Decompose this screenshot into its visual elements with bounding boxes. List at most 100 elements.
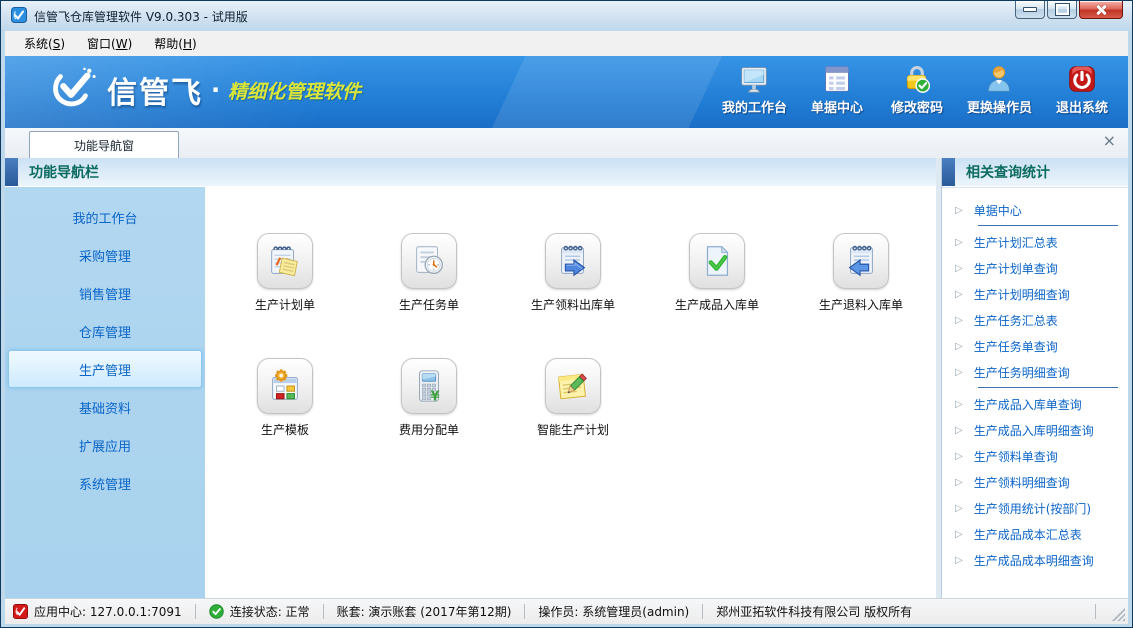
production-template-button[interactable] xyxy=(257,358,313,414)
production-plan-button[interactable] xyxy=(257,233,313,289)
sidebar-item-3[interactable]: 仓库管理 xyxy=(8,312,202,350)
menu-hotkey: H xyxy=(183,37,192,51)
toolbar-label: 更换操作员 xyxy=(967,97,1032,116)
query-item-label: 生产任务明细查询 xyxy=(974,364,1070,381)
nav-body: 我的工作台采购管理销售管理仓库管理生产管理基础资料扩展应用系统管理 生产计划单生… xyxy=(5,187,936,598)
title-bar[interactable]: 信管飞仓库管理软件 V9.0.303 - 试用版 xyxy=(1,1,1132,31)
shortcut-label: 生产领料出库单 xyxy=(531,296,615,313)
menu-window[interactable]: 窗口(W) xyxy=(76,31,143,56)
sidebar-item-2[interactable]: 销售管理 xyxy=(8,274,202,312)
query-item-13[interactable]: ▷生产成品成本明细查询 xyxy=(942,547,1128,573)
tab-label: 功能导航窗 xyxy=(74,137,134,154)
query-item-11[interactable]: ▷生产领用统计(按部门) xyxy=(942,495,1128,521)
query-item-2[interactable]: ▷生产计划单查询 xyxy=(942,255,1128,281)
sidebar-item-4[interactable]: 生产管理 xyxy=(8,350,202,388)
production-task-button[interactable] xyxy=(401,233,457,289)
query-item-10[interactable]: ▷生产领料明细查询 xyxy=(942,469,1128,495)
query-item-0[interactable]: ▷单据中心 xyxy=(942,197,1128,223)
minimize-button[interactable] xyxy=(1015,1,1045,19)
shortcut-5: 生产模板 xyxy=(213,358,357,483)
status-divider xyxy=(702,604,703,619)
query-panel-header: 相关查询统计 xyxy=(942,158,1128,187)
menu-help[interactable]: 帮助(H) xyxy=(143,31,207,56)
shortcut-grid: 生产计划单生产任务单生产领料出库单生产成品入库单生产退料入库单生产模板¥费用分配… xyxy=(205,187,936,598)
status-divider xyxy=(1095,604,1096,619)
query-item-label: 生产领料单查询 xyxy=(974,448,1058,465)
menu-label: ) xyxy=(192,37,197,51)
query-item-label: 生产任务单查询 xyxy=(974,338,1058,355)
nav-panel-title: 功能导航栏 xyxy=(29,162,99,182)
production-task-icon xyxy=(410,242,448,280)
svg-text:¥: ¥ xyxy=(430,390,440,405)
query-item-label: 生产领用统计(按部门) xyxy=(974,500,1091,517)
sidebar-item-0[interactable]: 我的工作台 xyxy=(8,198,202,236)
query-item-9[interactable]: ▷生产领料单查询 xyxy=(942,443,1128,469)
query-item-4[interactable]: ▷生产任务汇总表 xyxy=(942,307,1128,333)
nav-region: 功能导航栏 我的工作台采购管理销售管理仓库管理生产管理基础资料扩展应用系统管理 … xyxy=(5,158,936,598)
brand: 信管飞 · 精细化管理软件 xyxy=(47,65,361,115)
query-item-6[interactable]: ▷生产任务明细查询 xyxy=(942,359,1128,385)
resize-grip[interactable] xyxy=(1112,608,1125,621)
query-item-7[interactable]: ▷生产成品入库单查询 xyxy=(942,391,1128,417)
sidebar-item-6[interactable]: 扩展应用 xyxy=(8,426,202,464)
query-item-5[interactable]: ▷ 生产任务单查询 xyxy=(942,333,1128,359)
triangle-bullet-icon: ▷ xyxy=(955,315,963,326)
sidebar-item-label: 采购管理 xyxy=(79,246,131,265)
sidebar-item-7[interactable]: 系统管理 xyxy=(8,464,202,502)
change-password-icon xyxy=(902,64,932,94)
material-return-button[interactable] xyxy=(833,233,889,289)
query-item-3[interactable]: ▷生产计划明细查询 xyxy=(942,281,1128,307)
shortcut-label: 生产退料入库单 xyxy=(819,296,903,313)
triangle-bullet-icon: ▷ xyxy=(955,341,963,352)
query-item-12[interactable]: ▷生产成品成本汇总表 xyxy=(942,521,1128,547)
shortcut-label: 生产任务单 xyxy=(399,296,459,313)
menu-hotkey: W xyxy=(116,37,128,51)
brand-separator: · xyxy=(211,76,220,104)
smart-plan-button[interactable] xyxy=(545,358,601,414)
maximize-button[interactable] xyxy=(1047,1,1077,19)
change-operator-icon xyxy=(984,64,1014,94)
close-button[interactable] xyxy=(1079,1,1123,19)
change-operator-button[interactable]: 更换操作员 xyxy=(967,64,1032,116)
expense-allocation-button[interactable]: ¥ xyxy=(401,358,457,414)
query-divider xyxy=(978,225,1118,226)
query-divider xyxy=(978,387,1118,388)
close-icon xyxy=(1095,4,1107,16)
minimize-icon xyxy=(1023,7,1037,12)
doc-center-icon xyxy=(822,64,852,94)
exit-system-icon xyxy=(1067,64,1097,94)
query-item-label: 生产成品成本明细查询 xyxy=(974,552,1094,569)
status-connection: 连接状态: 正常 xyxy=(230,603,310,620)
material-out-icon xyxy=(554,242,592,280)
smart-plan-icon xyxy=(554,367,592,405)
connection-ok-icon xyxy=(209,604,224,619)
status-divider xyxy=(195,604,196,619)
sidebar-item-5[interactable]: 基础资料 xyxy=(8,388,202,426)
material-out-button[interactable] xyxy=(545,233,601,289)
query-item-label: 生产计划汇总表 xyxy=(974,234,1058,251)
sidebar-item-label: 系统管理 xyxy=(79,474,131,493)
exit-system-button[interactable]: 退出系统 xyxy=(1052,64,1112,116)
sidebar-item-1[interactable]: 采购管理 xyxy=(8,236,202,274)
sidebar-item-label: 仓库管理 xyxy=(79,322,131,341)
status-operator: 操作员: 系统管理员(admin) xyxy=(538,603,689,620)
doc-center-button[interactable]: 单据中心 xyxy=(807,64,867,116)
query-item-8[interactable]: ▷生产成品入库明细查询 xyxy=(942,417,1128,443)
brand-logo-icon xyxy=(47,65,97,115)
tab-close-icon[interactable]: × xyxy=(1103,133,1116,149)
workbench-button[interactable]: 我的工作台 xyxy=(722,64,787,116)
shortcut-6: ¥费用分配单 xyxy=(357,358,501,483)
triangle-bullet-icon: ▷ xyxy=(955,205,963,216)
window-title: 信管飞仓库管理软件 V9.0.303 - 试用版 xyxy=(34,8,248,25)
shortcut-4: 生产退料入库单 xyxy=(789,233,933,358)
change-password-button[interactable]: 修改密码 xyxy=(887,64,947,116)
menu-label: 窗口( xyxy=(87,37,116,51)
sidebar-item-label: 我的工作台 xyxy=(72,208,137,227)
tab-function-nav[interactable]: 功能导航窗 xyxy=(29,131,179,158)
shortcut-label: 生产计划单 xyxy=(255,296,315,313)
query-item-1[interactable]: ▷生产计划汇总表 xyxy=(942,229,1128,255)
triangle-bullet-icon: ▷ xyxy=(955,399,963,410)
menu-system[interactable]: 系统(S) xyxy=(13,31,76,56)
finished-in-button[interactable] xyxy=(689,233,745,289)
query-item-label: 生产计划明细查询 xyxy=(974,286,1070,303)
